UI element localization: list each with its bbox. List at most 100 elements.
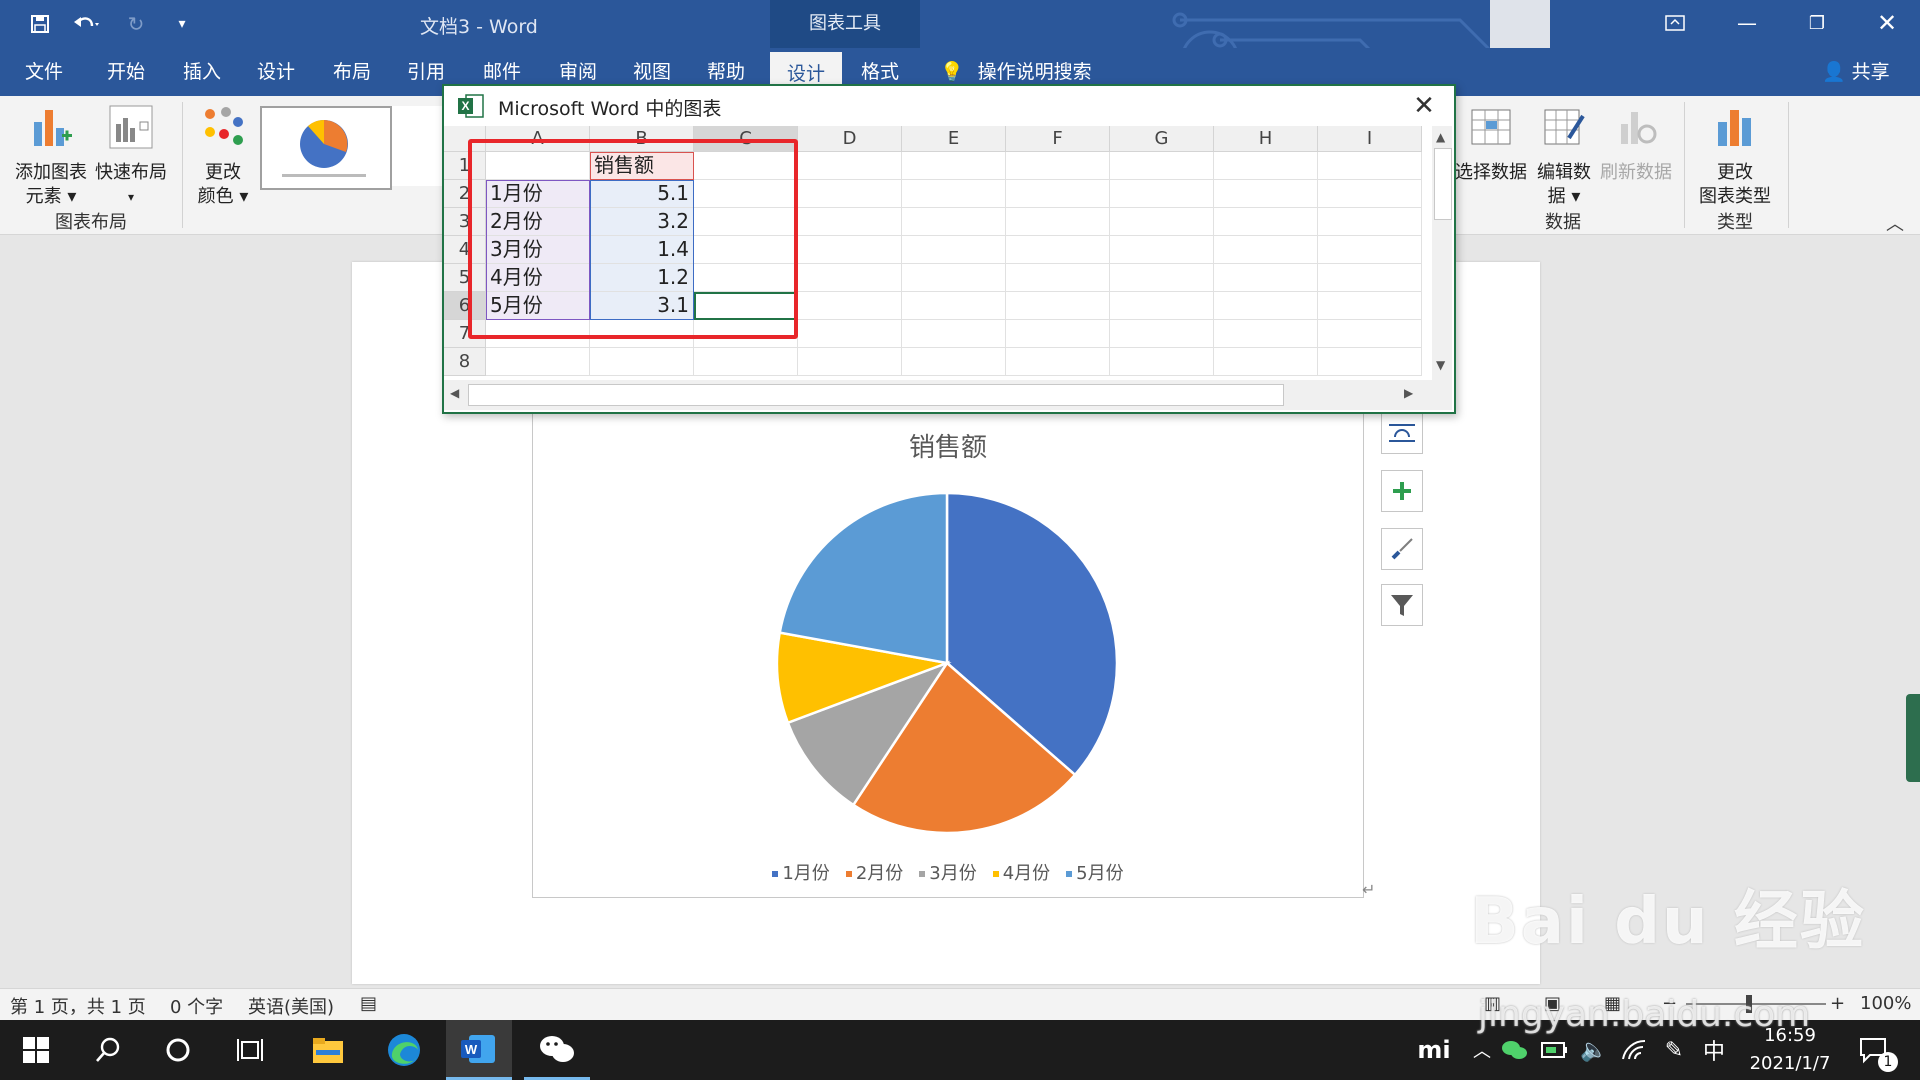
table-cell[interactable] [1214, 236, 1318, 264]
word-count[interactable]: 0 个字 [170, 993, 223, 1019]
redo-icon[interactable]: ↻ [118, 8, 154, 40]
change-colors-button[interactable]: 更改 颜色 ▾ [192, 104, 254, 209]
chart-style-1-thumbnail[interactable] [260, 106, 392, 190]
table-cell[interactable] [798, 348, 902, 376]
table-cell[interactable] [902, 320, 1006, 348]
table-cell[interactable] [1006, 208, 1110, 236]
undo-icon[interactable] [64, 8, 108, 40]
add-chart-element-button[interactable]: 添加图表 元素 ▾ [12, 104, 90, 209]
table-cell[interactable] [798, 264, 902, 292]
table-cell[interactable] [798, 292, 902, 320]
wechat-app-icon[interactable] [524, 1020, 590, 1080]
table-cell[interactable] [902, 180, 1006, 208]
table-cell[interactable] [1110, 152, 1214, 180]
quick-layout-button[interactable]: 快速布局 ▾ [92, 104, 170, 209]
chart-style-2-thumbnail[interactable] [392, 106, 442, 186]
table-cell[interactable] [1006, 152, 1110, 180]
pie-chart[interactable] [533, 413, 1363, 897]
table-cell[interactable] [1318, 348, 1422, 376]
table-cell[interactable] [1214, 208, 1318, 236]
close-icon[interactable]: ✕ [1408, 90, 1440, 122]
table-cell[interactable] [1110, 292, 1214, 320]
table-cell[interactable] [1318, 264, 1422, 292]
table-cell[interactable] [1006, 320, 1110, 348]
tab-layout[interactable]: 布局 [328, 48, 376, 96]
file-explorer-icon[interactable] [298, 1020, 358, 1080]
word-app-icon[interactable]: W [446, 1020, 512, 1080]
edit-data-button[interactable]: 编辑数 据 ▾ [1532, 104, 1596, 209]
search-icon[interactable] [78, 1020, 138, 1080]
scroll-up-icon[interactable]: ▲ [1436, 130, 1445, 144]
accessibility-icon[interactable]: ▤ [360, 993, 377, 1014]
tab-file[interactable]: 文件 [20, 48, 68, 96]
table-cell[interactable] [902, 292, 1006, 320]
table-cell[interactable] [1318, 152, 1422, 180]
table-cell[interactable] [1318, 236, 1422, 264]
task-view-icon[interactable] [220, 1020, 280, 1080]
table-cell[interactable] [1110, 236, 1214, 264]
table-cell[interactable] [798, 320, 902, 348]
side-widget-tab[interactable] [1906, 694, 1920, 782]
chart-area[interactable]: 销售额 1月份 2月份 3月份 4月份 5月份 [532, 412, 1364, 898]
zoom-in-icon[interactable]: + [1830, 993, 1845, 1014]
table-cell[interactable] [902, 348, 1006, 376]
legend-item[interactable]: 5月份 [1066, 859, 1124, 885]
table-cell[interactable] [694, 348, 798, 376]
scroll-left-icon[interactable]: ◀ [450, 386, 459, 400]
language-indicator[interactable]: 英语(美国) [248, 993, 334, 1019]
table-cell[interactable] [1214, 264, 1318, 292]
row-header[interactable]: 8 [444, 348, 486, 376]
restore-button[interactable]: ❐ [1782, 0, 1852, 46]
table-cell[interactable] [1318, 320, 1422, 348]
table-cell[interactable] [1214, 292, 1318, 320]
table-cell[interactable] [1110, 180, 1214, 208]
table-cell[interactable] [798, 180, 902, 208]
column-header[interactable]: I [1318, 126, 1422, 152]
cortana-icon[interactable] [148, 1020, 208, 1080]
tab-insert[interactable]: 插入 [178, 48, 226, 96]
chart-data-title-bar[interactable]: X Microsoft Word 中的图表 ✕ [444, 86, 1454, 126]
table-cell[interactable] [1006, 292, 1110, 320]
vertical-scrollbar[interactable]: ▲ ▼ [1432, 126, 1452, 380]
horizontal-scroll-thumb[interactable] [468, 384, 1284, 406]
notification-icon[interactable]: 1 [1844, 1020, 1904, 1080]
tab-home[interactable]: 开始 [102, 48, 150, 96]
table-cell[interactable] [590, 348, 694, 376]
table-cell[interactable] [902, 236, 1006, 264]
page-count[interactable]: 第 1 页，共 1 页 [10, 993, 146, 1019]
legend-item[interactable]: 3月份 [919, 859, 977, 885]
table-cell[interactable] [1318, 292, 1422, 320]
table-cell[interactable] [798, 152, 902, 180]
refresh-data-button[interactable]: 刷新数据 [1598, 104, 1674, 185]
customize-qat-icon[interactable]: ▾ [164, 8, 200, 40]
table-cell[interactable] [1006, 348, 1110, 376]
table-cell[interactable] [902, 264, 1006, 292]
horizontal-scrollbar[interactable]: ◀ ▶ [444, 380, 1452, 410]
table-cell[interactable] [1006, 236, 1110, 264]
share-button[interactable]: 👤 共享 [1822, 48, 1890, 96]
table-cell[interactable] [1006, 264, 1110, 292]
column-header[interactable]: H [1214, 126, 1318, 152]
xiaomi-icon[interactable]: mi [1404, 1020, 1464, 1080]
table-cell[interactable] [1214, 180, 1318, 208]
column-header[interactable]: D [798, 126, 902, 152]
table-cell[interactable] [1318, 180, 1422, 208]
scroll-down-icon[interactable]: ▼ [1436, 358, 1445, 372]
column-header[interactable]: E [902, 126, 1006, 152]
table-cell[interactable] [1110, 264, 1214, 292]
windows-start-icon[interactable] [6, 1020, 66, 1080]
column-header[interactable]: F [1006, 126, 1110, 152]
vertical-scroll-thumb[interactable] [1434, 148, 1452, 220]
table-cell[interactable] [1214, 320, 1318, 348]
minimize-button[interactable]: — [1712, 0, 1782, 46]
table-cell[interactable] [902, 208, 1006, 236]
table-cell[interactable] [1214, 152, 1318, 180]
table-cell[interactable] [1318, 208, 1422, 236]
legend-item[interactable]: 1月份 [772, 859, 830, 885]
tab-design[interactable]: 设计 [252, 48, 300, 96]
table-cell[interactable] [1214, 348, 1318, 376]
chart-styles-button[interactable] [1381, 528, 1423, 570]
layout-options-button[interactable] [1381, 412, 1423, 454]
pie-slice-5[interactable] [778, 491, 949, 665]
edge-browser-icon[interactable] [374, 1020, 434, 1080]
